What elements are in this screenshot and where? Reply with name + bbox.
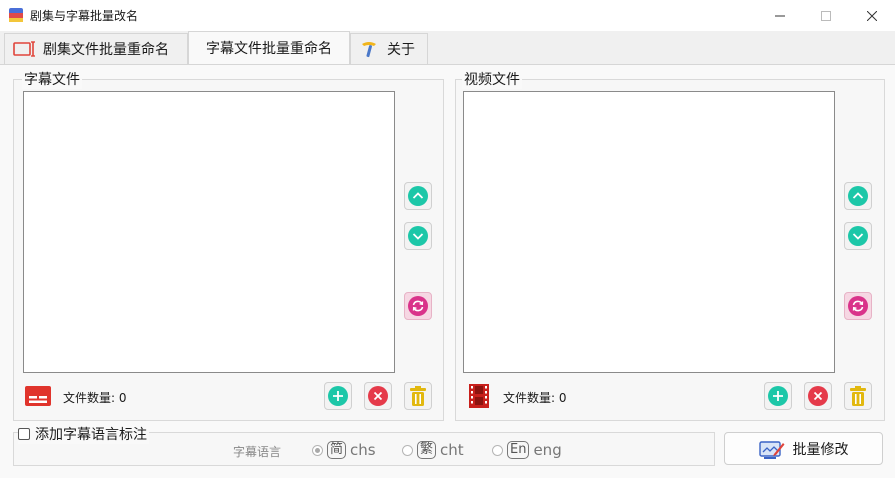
video-count-label: 文件数量:: [503, 391, 556, 405]
plus-icon: [328, 386, 348, 406]
tab-label: 字幕文件批量重命名: [206, 41, 332, 57]
video-count: 文件数量: 0: [503, 389, 567, 406]
subtitle-count-label: 文件数量:: [63, 391, 116, 405]
tab-label: 关于: [387, 42, 415, 58]
subtitle-remove-button[interactable]: [364, 382, 392, 410]
batch-modify-label: 批量修改: [792, 441, 849, 458]
chevron-down-icon: [408, 226, 428, 246]
add-lang-checkbox-row[interactable]: 添加字幕语言标注: [18, 424, 149, 444]
video-move-up-button[interactable]: [844, 182, 872, 210]
radio-eng[interactable]: [492, 444, 503, 456]
badge-simplified: 简: [327, 441, 347, 459]
film-icon: [469, 384, 489, 408]
lang-option-chs[interactable]: 简 chs: [312, 441, 376, 459]
remove-icon: [808, 386, 828, 406]
add-lang-checkbox[interactable]: [18, 428, 30, 440]
radio-cht[interactable]: [402, 444, 413, 456]
video-remove-button[interactable]: [804, 382, 832, 410]
video-add-button[interactable]: [764, 382, 792, 410]
badge-english: En: [507, 441, 530, 459]
maximize-button[interactable]: [803, 0, 849, 31]
badge-traditional: 繁: [417, 441, 437, 459]
chevron-down-icon: [848, 226, 868, 246]
lang-option-eng[interactable]: En eng: [492, 441, 562, 459]
radio-chs[interactable]: [312, 444, 323, 456]
tab-subtitle-rename[interactable]: 字幕文件批量重命名: [188, 31, 350, 64]
refresh-icon: [408, 296, 428, 316]
video-group-title: 视频文件: [462, 69, 522, 89]
window-title: 剧集与字幕批量改名: [30, 9, 139, 23]
subtitle-count: 文件数量: 0: [63, 389, 127, 406]
minimize-icon: [775, 15, 785, 16]
tab-about[interactable]: 关于: [350, 33, 428, 64]
tab-episode-rename[interactable]: 剧集文件批量重命名: [4, 33, 188, 64]
chevron-up-icon: [408, 186, 428, 206]
subtitle-file-list[interactable]: [23, 91, 395, 373]
trash-icon: [410, 386, 426, 406]
lang-label: 字幕语言: [233, 445, 282, 459]
rename-icon: [13, 41, 35, 57]
subtitle-icon: [25, 386, 51, 406]
subtitle-move-down-button[interactable]: [404, 222, 432, 250]
video-refresh-button[interactable]: [844, 292, 872, 320]
trash-icon: [850, 386, 866, 406]
remove-icon: [368, 386, 388, 406]
close-button[interactable]: [849, 0, 895, 31]
close-icon: [867, 10, 877, 21]
subtitle-group-title: 字幕文件: [22, 69, 82, 89]
minimize-button[interactable]: [757, 0, 803, 31]
hammer-icon: [362, 42, 376, 58]
subtitle-move-up-button[interactable]: [404, 182, 432, 210]
subtitle-clear-button[interactable]: [404, 382, 432, 410]
batch-modify-button[interactable]: 批量修改: [724, 432, 883, 465]
plus-icon: [768, 386, 788, 406]
subtitle-count-value: 0: [118, 391, 127, 405]
lang-code-chs: chs: [350, 441, 376, 459]
video-clear-button[interactable]: [844, 382, 872, 410]
tab-label: 剧集文件批量重命名: [43, 42, 169, 58]
add-lang-label: 添加字幕语言标注: [35, 427, 147, 443]
app-icon: [9, 8, 23, 22]
video-count-value: 0: [558, 391, 567, 405]
chevron-up-icon: [848, 186, 868, 206]
video-move-down-button[interactable]: [844, 222, 872, 250]
refresh-icon: [848, 296, 868, 316]
subtitle-refresh-button[interactable]: [404, 292, 432, 320]
lang-code-cht: cht: [440, 441, 464, 459]
video-file-list[interactable]: [463, 91, 835, 373]
lang-option-cht[interactable]: 繁 cht: [402, 441, 464, 459]
maximize-icon: [821, 10, 831, 21]
subtitle-add-button[interactable]: [324, 382, 352, 410]
batch-edit-icon: [758, 440, 784, 459]
lang-code-eng: eng: [533, 441, 562, 459]
